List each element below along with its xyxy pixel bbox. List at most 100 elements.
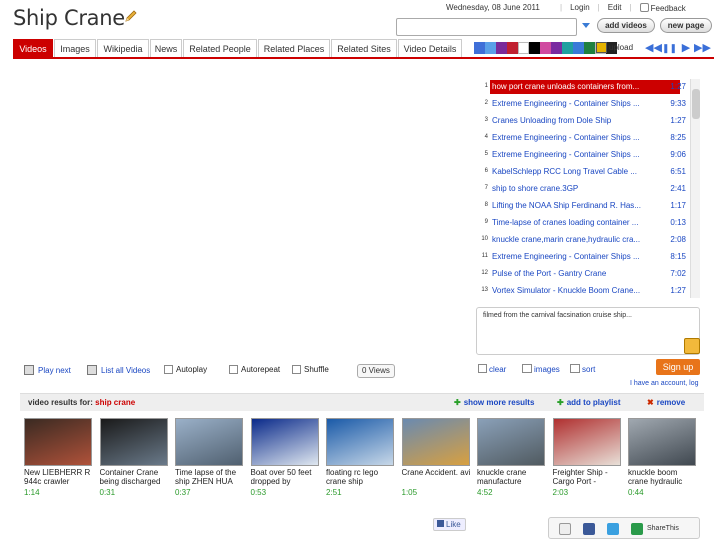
clear-button[interactable]: clear: [478, 364, 506, 374]
playlist-item-title[interactable]: Cranes Unloading from Dole Ship: [490, 114, 680, 128]
tab-images[interactable]: Images: [54, 39, 96, 57]
theme-swatch[interactable]: [485, 42, 496, 54]
video-thumbnail[interactable]: [401, 418, 470, 466]
playlist-item[interactable]: 8 Lifting the NOAA Ship Ferdinand R. Has.…: [474, 198, 700, 215]
playlist-item-title[interactable]: Time-lapse of cranes loading container .…: [490, 216, 680, 230]
sharethis-icon[interactable]: [631, 523, 643, 535]
playlist-item-title[interactable]: Extreme Engineering - Container Ships ..…: [490, 250, 680, 264]
images-button[interactable]: images: [522, 364, 560, 374]
tab-related-places[interactable]: Related Places: [258, 39, 330, 57]
playlist-item-title[interactable]: Extreme Engineering - Container Ships ..…: [490, 148, 680, 162]
play-next-button[interactable]: Play next: [24, 365, 71, 375]
playlist-item[interactable]: 7 ship to shore crane.3GP 2:41: [474, 181, 700, 198]
video-thumbnail[interactable]: [477, 418, 545, 466]
playlist-item[interactable]: 5 Extreme Engineering - Container Ships .…: [474, 147, 700, 164]
add-to-playlist-button[interactable]: ✚ add to playlist: [557, 398, 621, 407]
video-result-title[interactable]: knuckle crane manufacture: [477, 468, 547, 486]
theme-swatch[interactable]: [474, 42, 485, 54]
theme-swatch[interactable]: [529, 42, 540, 54]
video-result-item[interactable]: floating rc lego crane ship 2:51: [326, 418, 396, 497]
tab-related-people[interactable]: Related People: [183, 39, 257, 57]
tab-wikipedia[interactable]: Wikipedia: [97, 39, 149, 57]
search-dropdown-icon[interactable]: [582, 23, 590, 28]
video-result-title[interactable]: New LIEBHERR R 944c crawler: [24, 468, 94, 486]
video-result-item[interactable]: Crane Accident. avi 1:05: [401, 418, 472, 497]
theme-swatch[interactable]: [551, 42, 562, 54]
playlist-item[interactable]: 6 KabelSchlepp RCC Long Travel Cable ... 6…: [474, 164, 700, 181]
video-result-title[interactable]: Freighter Ship - Cargo Port -: [553, 468, 623, 486]
video-result-title[interactable]: Boat over 50 feet dropped by: [251, 468, 321, 486]
video-thumbnail[interactable]: [99, 418, 168, 466]
video-result-title[interactable]: floating rc lego crane ship: [326, 468, 396, 486]
video-result-title[interactable]: Time lapse of the ship ZHEN HUA: [175, 468, 245, 486]
playlist-item[interactable]: 2 Extreme Engineering - Container Ships .…: [474, 96, 700, 113]
playlist-item-title[interactable]: Extreme Engineering - Container Ships ..…: [490, 131, 680, 145]
comment-icon[interactable]: [684, 338, 700, 354]
playlist-item-title[interactable]: Extreme Engineering - Container Ships ..…: [490, 97, 680, 111]
tab-videos[interactable]: Videos: [13, 39, 53, 57]
autoplay-checkbox[interactable]: Autoplay: [164, 365, 207, 374]
theme-swatch[interactable]: [540, 42, 551, 54]
scroll-thumb[interactable]: [692, 89, 700, 119]
video-thumbnail[interactable]: [175, 418, 243, 466]
play-icon[interactable]: ▶: [679, 42, 693, 54]
playlist-item-title[interactable]: how port crane unloads containers from..…: [490, 80, 680, 94]
pencil-icon[interactable]: [124, 9, 138, 23]
playlist-item[interactable]: 9 Time-lapse of cranes loading container …: [474, 215, 700, 232]
forward-icon[interactable]: ▶▶: [694, 42, 711, 54]
video-thumbnail[interactable]: [552, 418, 621, 466]
autoplay-check[interactable]: [164, 365, 173, 374]
sharethis-label[interactable]: ShareThis: [647, 525, 679, 532]
tab-news[interactable]: News: [150, 39, 182, 57]
playlist-item[interactable]: 4 Extreme Engineering - Container Ships .…: [474, 130, 700, 147]
video-result-item[interactable]: knuckle boom crane hydraulic 0:44: [628, 418, 698, 497]
video-result-title[interactable]: Container Crane being discharged: [100, 468, 170, 486]
show-more-button[interactable]: ✚ show more results: [454, 398, 534, 407]
playlist-item[interactable]: 13 Vortex Simulator - Knuckle Boom Crane.…: [474, 283, 700, 299]
autorepeat-check[interactable]: [229, 365, 238, 374]
theme-swatch[interactable]: [573, 42, 584, 54]
rewind-icon[interactable]: ◀◀: [645, 42, 662, 54]
video-result-title[interactable]: knuckle boom crane hydraulic: [628, 468, 698, 486]
edit-link[interactable]: Edit: [600, 3, 630, 13]
video-result-item[interactable]: New LIEBHERR R 944c crawler 1:14: [24, 418, 94, 497]
playlist-item[interactable]: 10 knuckle crane,marin crane,hydraulic cr…: [474, 232, 700, 249]
feedback-link[interactable]: Feedback: [632, 3, 694, 13]
signup-button[interactable]: Sign up: [656, 359, 700, 375]
tab-related-sites[interactable]: Related Sites: [331, 39, 397, 57]
theme-swatch[interactable]: [518, 42, 529, 54]
theme-swatch[interactable]: [507, 42, 518, 54]
theme-swatch[interactable]: [496, 42, 507, 54]
playlist-scrollbar[interactable]: [690, 79, 700, 298]
sort-button[interactable]: sort: [570, 364, 595, 374]
facebook-share-icon[interactable]: [583, 523, 595, 535]
playlist-item-title[interactable]: Pulse of the Port - Gantry Crane: [490, 267, 680, 281]
playlist-item[interactable]: 3 Cranes Unloading from Dole Ship 1:27: [474, 113, 700, 130]
new-page-button[interactable]: new page: [660, 18, 712, 33]
video-thumbnail[interactable]: [24, 418, 92, 466]
theme-swatch[interactable]: [584, 42, 595, 54]
playlist-item-title[interactable]: knuckle crane,marin crane,hydraulic cra.…: [490, 233, 680, 247]
video-thumbnail[interactable]: [628, 418, 696, 466]
upload-icon[interactable]: [596, 42, 607, 53]
playlist-item[interactable]: 1 how port crane unloads containers from.…: [474, 79, 700, 96]
list-all-button[interactable]: List all Videos: [87, 365, 150, 375]
playlist-item[interactable]: 11 Extreme Engineering - Container Ships …: [474, 249, 700, 266]
shuffle-check[interactable]: [292, 365, 301, 374]
tab-video-details[interactable]: Video Details: [398, 39, 462, 57]
video-result-item[interactable]: Time lapse of the ship ZHEN HUA 0:37: [175, 418, 245, 497]
video-result-title[interactable]: Crane Accident. avi: [402, 468, 472, 486]
video-thumbnail[interactable]: [326, 418, 394, 466]
playlist-item-title[interactable]: ship to shore crane.3GP: [490, 182, 680, 196]
remove-button[interactable]: ✖ remove: [647, 398, 685, 407]
add-videos-button[interactable]: add videos: [597, 18, 655, 33]
playlist-item[interactable]: 12 Pulse of the Port - Gantry Crane 7:02: [474, 266, 700, 283]
video-result-item[interactable]: Boat over 50 feet dropped by 0:53: [250, 418, 321, 497]
email-icon[interactable]: [559, 523, 571, 535]
video-result-item[interactable]: Container Crane being discharged 0:31: [99, 418, 170, 497]
facebook-like-button[interactable]: Like: [433, 518, 466, 531]
video-thumbnail[interactable]: [250, 418, 319, 466]
video-result-item[interactable]: knuckle crane manufacture 4:52: [477, 418, 547, 497]
shuffle-checkbox[interactable]: Shuffle: [292, 365, 329, 374]
pause-icon[interactable]: ❚❚: [662, 42, 677, 54]
